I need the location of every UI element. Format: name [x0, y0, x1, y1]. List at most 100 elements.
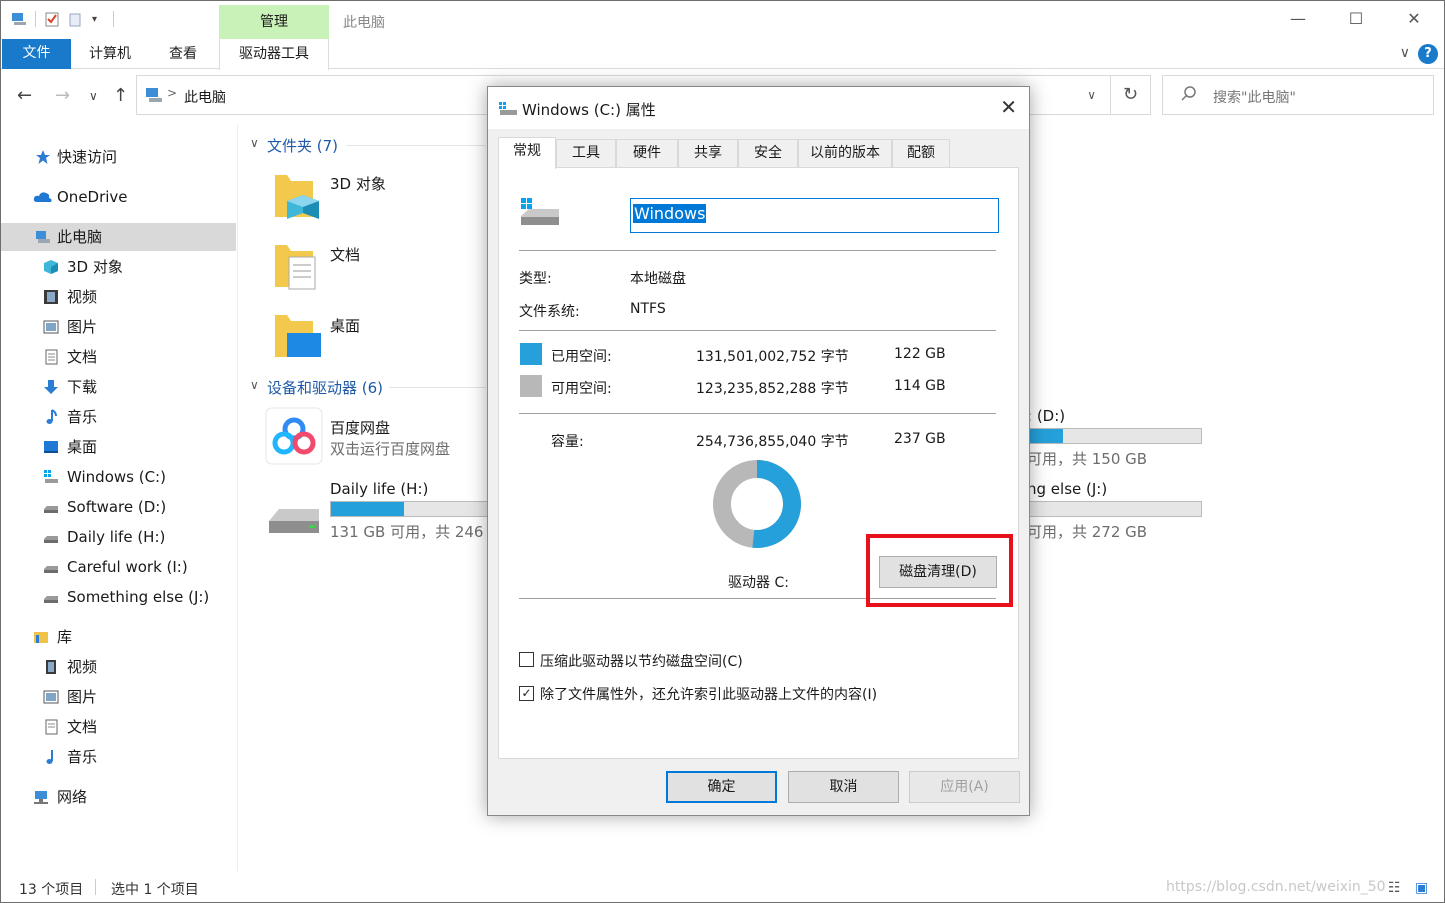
- folder-desktop-label[interactable]: 桌面: [330, 315, 360, 336]
- used-space-label: 已用空间:: [551, 349, 612, 365]
- watermark-text: https://blog.csdn.net/weixin_50: [1166, 879, 1386, 895]
- cancel-button[interactable]: 取消: [788, 771, 899, 803]
- minimize-button[interactable]: —: [1283, 9, 1313, 31]
- sidebar-item-windows-c[interactable]: Windows (C:): [1, 463, 236, 491]
- breadcrumb-this-pc[interactable]: 此电脑: [184, 87, 226, 107]
- drive-icon: [44, 596, 58, 603]
- drive-name-input[interactable]: Windows: [630, 198, 999, 233]
- tab-drive-tools[interactable]: 驱动器工具: [219, 39, 329, 70]
- dialog-close-icon[interactable]: ✕: [1000, 95, 1017, 119]
- documents-folder-icon[interactable]: [273, 237, 321, 293]
- collapse-chevron-icon[interactable]: ∨: [250, 136, 259, 150]
- sidebar-item-daily-life-h[interactable]: Daily life (H:): [1, 523, 236, 551]
- manage-context-tab[interactable]: 管理: [219, 5, 329, 39]
- collapse-chevron-icon[interactable]: ∨: [250, 378, 259, 392]
- cloud-icon: [33, 192, 52, 202]
- index-contents-label[interactable]: 除了文件属性外，还允许索引此驱动器上文件的内容(I): [540, 684, 877, 704]
- sidebar-item-lib-music[interactable]: 音乐: [1, 743, 236, 771]
- sidebar-item-3d-objects[interactable]: 3D 对象: [1, 253, 236, 281]
- baidu-netdisk-label[interactable]: 百度网盘: [330, 417, 390, 438]
- sidebar-label: Windows (C:): [67, 468, 166, 486]
- tab-file[interactable]: 文件: [2, 39, 71, 69]
- tab-quota[interactable]: 配额: [892, 139, 950, 167]
- sidebar-item-videos[interactable]: 视频: [1, 283, 236, 311]
- back-arrow-icon[interactable]: ←: [17, 85, 32, 106]
- daily-life-drive-label[interactable]: Daily life (H:): [330, 480, 428, 498]
- document-icon: [45, 349, 58, 365]
- new-folder-icon[interactable]: [68, 11, 84, 27]
- sidebar-item-onedrive[interactable]: OneDrive: [1, 183, 236, 211]
- tab-general[interactable]: 常规: [498, 137, 556, 169]
- help-icon[interactable]: ?: [1418, 44, 1438, 64]
- compress-drive-label[interactable]: 压缩此驱动器以节约磁盘空间(C): [540, 651, 743, 671]
- 3d-objects-folder-icon[interactable]: [273, 167, 321, 223]
- disk-usage-donut: [713, 460, 801, 548]
- sidebar-item-music[interactable]: 音乐: [1, 403, 236, 431]
- drive-icon[interactable]: [265, 501, 321, 537]
- sidebar-item-this-pc[interactable]: 此电脑: [1, 223, 236, 251]
- film-icon: [44, 290, 58, 304]
- sidebar-item-quick-access[interactable]: 快速访问: [1, 143, 236, 171]
- document-icon: [45, 719, 58, 735]
- software-capacity-bar: [1027, 428, 1202, 444]
- sidebar-item-software-d[interactable]: Software (D:): [1, 493, 236, 521]
- sidebar-item-downloads[interactable]: 下载: [1, 373, 236, 401]
- ribbon-tabs: 文件 计算机 查看 驱动器工具 ∨ ?: [1, 39, 1444, 70]
- sidebar-label: OneDrive: [57, 188, 128, 206]
- apply-button[interactable]: 应用(A): [909, 771, 1020, 803]
- group-header-devices[interactable]: 设备和驱动器 (6): [267, 377, 383, 398]
- sidebar-label: 库: [57, 628, 73, 646]
- refresh-button[interactable]: ↻: [1111, 75, 1151, 115]
- system-drive-icon: [499, 102, 517, 115]
- sidebar-item-desktop[interactable]: 桌面: [1, 433, 236, 461]
- qat-dropdown-icon[interactable]: ▾: [92, 14, 97, 25]
- software-free-space: 可用，共 150 GB: [1027, 450, 1148, 468]
- group-divider: [346, 145, 486, 146]
- sidebar-label: 图片: [67, 318, 98, 336]
- close-button[interactable]: ✕: [1399, 9, 1429, 31]
- sidebar-item-careful-work-i[interactable]: Careful work (I:): [1, 553, 236, 581]
- software-drive-label[interactable]: : (D:): [1027, 407, 1065, 425]
- sidebar-label: Something else (J:): [67, 588, 210, 606]
- sidebar-item-network[interactable]: 网络: [1, 783, 236, 811]
- forward-arrow-icon[interactable]: →: [55, 85, 70, 106]
- sidebar-label: Daily life (H:): [67, 528, 166, 546]
- details-view-icon[interactable]: ☷: [1388, 880, 1401, 896]
- sidebar-label: 文档: [67, 348, 98, 366]
- maximize-button[interactable]: ☐: [1341, 9, 1371, 31]
- ribbon-expand-icon[interactable]: ∨: [1400, 45, 1410, 61]
- desktop-icon: [44, 441, 58, 453]
- sidebar-item-lib-videos[interactable]: 视频: [1, 653, 236, 681]
- something-else-drive-label[interactable]: ng else (J:): [1027, 480, 1107, 498]
- computer-icon[interactable]: [11, 11, 27, 27]
- tab-computer[interactable]: 计算机: [89, 39, 131, 69]
- sidebar-item-lib-documents[interactable]: 文档: [1, 713, 236, 741]
- tab-tools[interactable]: 工具: [556, 139, 616, 167]
- desktop-folder-icon[interactable]: [273, 307, 321, 363]
- tab-security[interactable]: 安全: [738, 139, 798, 167]
- sidebar-item-something-else-j[interactable]: Something else (J:): [1, 583, 236, 611]
- tab-hardware[interactable]: 硬件: [616, 139, 678, 167]
- address-dropdown-icon[interactable]: ∨: [1087, 88, 1096, 102]
- index-contents-checkbox[interactable]: ✓: [519, 686, 534, 701]
- properties-check-icon[interactable]: [44, 11, 60, 27]
- sidebar-item-documents[interactable]: 文档: [1, 343, 236, 371]
- sidebar-label: Careful work (I:): [67, 558, 188, 576]
- baidu-netdisk-icon[interactable]: [265, 407, 323, 465]
- up-arrow-icon[interactable]: ↑: [113, 85, 128, 106]
- large-icons-view-icon[interactable]: ▣: [1415, 880, 1428, 896]
- recent-chevron-icon[interactable]: ∨: [89, 89, 98, 103]
- ok-button[interactable]: 确定: [666, 771, 777, 803]
- sidebar-item-pictures[interactable]: 图片: [1, 313, 236, 341]
- sidebar-item-lib-pictures[interactable]: 图片: [1, 683, 236, 711]
- tab-sharing[interactable]: 共享: [678, 139, 738, 167]
- sidebar-item-library[interactable]: 库: [1, 623, 236, 651]
- compress-drive-checkbox[interactable]: [519, 652, 534, 667]
- group-header-folders[interactable]: 文件夹 (7): [267, 135, 338, 156]
- folder-documents-label[interactable]: 文档: [330, 244, 360, 265]
- folder-3d-objects-label[interactable]: 3D 对象: [330, 173, 386, 194]
- breadcrumb-chevron-icon[interactable]: >: [167, 86, 177, 100]
- tab-view[interactable]: 查看: [169, 39, 197, 69]
- search-input[interactable]: 搜索"此电脑": [1162, 75, 1434, 115]
- tab-previous-versions[interactable]: 以前的版本: [798, 139, 892, 167]
